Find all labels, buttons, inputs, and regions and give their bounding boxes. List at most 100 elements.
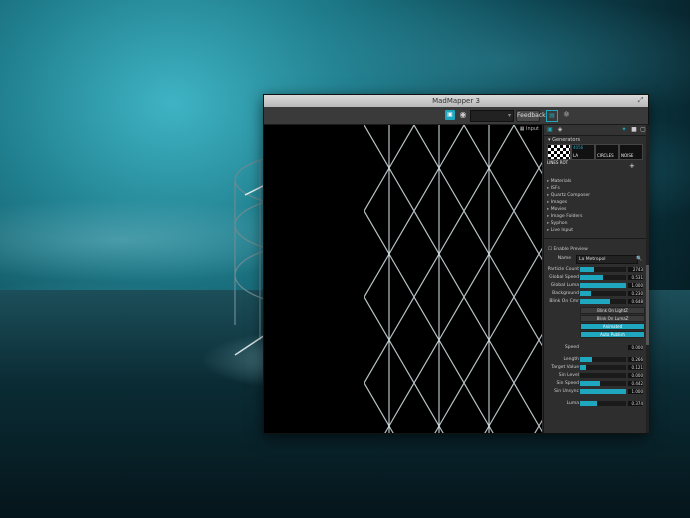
- param-label: Target Value: [551, 365, 579, 370]
- slider-fill: [580, 299, 610, 304]
- button-row: Animated: [544, 322, 649, 330]
- enable-preview-label: Enable Preview: [553, 247, 588, 252]
- param-value[interactable]: 0.000: [628, 345, 643, 350]
- output-select[interactable]: ▾: [470, 110, 514, 122]
- param-slider[interactable]: [580, 381, 626, 386]
- slider-fill: [580, 365, 586, 370]
- panel-tabs: ▣ ◈ ✦ ■ ▢: [544, 125, 649, 136]
- generator-lines-rot[interactable]: [547, 144, 571, 160]
- param-slider[interactable]: [580, 291, 626, 296]
- generators-label: Generators: [552, 137, 581, 143]
- name-field[interactable]: La Metropol: [576, 255, 638, 264]
- input-button[interactable]: ▦ Input: [520, 126, 539, 132]
- param-row: Sin Unsync 1.000: [544, 388, 649, 396]
- speed-group: Speed 0.000: [544, 344, 649, 352]
- library-item-movies[interactable]: Movies: [544, 206, 649, 213]
- param-row: Background 0.230: [544, 290, 649, 298]
- param-value[interactable]: 2743: [628, 267, 643, 272]
- param-label: Background: [552, 291, 579, 296]
- toggle-button[interactable]: Blink On LumaZ: [580, 315, 645, 322]
- fullscreen-icon[interactable]: ⤢: [637, 97, 644, 104]
- param-slider[interactable]: [580, 401, 626, 406]
- param-value[interactable]: 0.266: [628, 357, 643, 362]
- param-row: Blink On Cmr 0.648: [544, 298, 649, 306]
- panel-scrollbar[interactable]: [646, 125, 649, 433]
- param-slider[interactable]: [580, 365, 626, 370]
- library-item-images[interactable]: Images: [544, 199, 649, 206]
- generator-label-lines-rot: LINES ROT: [547, 160, 569, 165]
- preview-canvas[interactable]: ▦ Input: [264, 125, 542, 433]
- slider-fill: [580, 381, 601, 386]
- param-slider[interactable]: [580, 299, 626, 304]
- param-slider[interactable]: [580, 267, 626, 272]
- param-label: Speed: [564, 345, 579, 350]
- toolbar: ▣ ◉ ▾ Feedback ▤ ⚛: [264, 107, 648, 125]
- library-item-syphon[interactable]: Syphon: [544, 220, 649, 227]
- param-value[interactable]: 1.000: [628, 283, 643, 288]
- toggle-button[interactable]: Auto Publish: [580, 331, 645, 338]
- param-slider[interactable]: [580, 283, 626, 288]
- library-tab-icon[interactable]: ▣: [546, 126, 554, 134]
- title-bar[interactable]: MadMapper 3 ⤢: [264, 95, 648, 107]
- enable-preview-checkbox[interactable]: ☐ Enable Preview: [544, 245, 649, 254]
- window-title: MadMapper 3: [432, 97, 480, 105]
- button-row: Auto Publish: [544, 330, 649, 338]
- param-value[interactable]: 0.374: [628, 401, 643, 406]
- mapping-icon[interactable]: ▤: [546, 110, 558, 122]
- param-value[interactable]: 1.000: [628, 389, 643, 394]
- param-slider[interactable]: [580, 389, 626, 394]
- param-row: Luma 0.374: [544, 400, 649, 408]
- slider-fill: [580, 275, 603, 280]
- library-item-image-folders[interactable]: Image Folders: [544, 213, 649, 220]
- param-value[interactable]: 0.531: [628, 275, 643, 280]
- feedback-button[interactable]: Feedback: [516, 110, 546, 122]
- param-row: Length 0.266: [544, 356, 649, 364]
- library-item-isfs[interactable]: ISFs: [544, 185, 649, 192]
- library-item-materials[interactable]: Materials: [544, 178, 649, 185]
- param-value[interactable]: 0.442: [628, 381, 643, 386]
- luma-group: Luma 0.374: [544, 400, 649, 408]
- buttons-group: Blink On LightZ Blink On LumaZ Animated Aut…: [544, 306, 649, 338]
- generators-header[interactable]: ▾ Generators: [544, 136, 649, 144]
- add-generator-button[interactable]: +: [629, 162, 635, 170]
- scrollbar-thumb[interactable]: [646, 265, 649, 345]
- add-icon[interactable]: ✦: [620, 126, 628, 134]
- param-row: Global Luma 1.000: [544, 282, 649, 290]
- input-label: Input: [526, 126, 539, 132]
- slider-fill: [580, 401, 598, 406]
- toggle-button[interactable]: Animated: [580, 323, 645, 330]
- param-value[interactable]: 0.000: [628, 373, 643, 378]
- param-row: Target Value 0.121: [544, 364, 649, 372]
- eye-icon[interactable]: ◉: [458, 110, 468, 120]
- param-slider[interactable]: [580, 357, 626, 362]
- param-slider[interactable]: [580, 275, 626, 280]
- param-value[interactable]: 0.230: [628, 291, 643, 296]
- slider-fill: [580, 267, 594, 272]
- param-label: Sin Unsync: [554, 389, 579, 394]
- library-item-quartz[interactable]: Quartz Composer: [544, 192, 649, 199]
- slider-fill: [580, 283, 626, 288]
- param-row: Speed 0.000: [544, 344, 649, 352]
- param-label: Luma: [566, 401, 579, 406]
- properties: Name La Metropol 🔍 Particle Count 2743 Glo…: [544, 254, 649, 408]
- generator-label-la: LA: [573, 153, 579, 158]
- shapes-icon[interactable]: ⚛: [561, 110, 572, 120]
- param-label: Length: [563, 357, 579, 362]
- search-icon[interactable]: 🔍: [636, 256, 642, 262]
- slider-fill: [580, 291, 591, 296]
- projection-icon[interactable]: ▣: [445, 110, 455, 120]
- param-label: Blink On Cmr: [549, 299, 579, 304]
- param-label: Global Speed: [549, 275, 579, 280]
- media-tab-icon[interactable]: ◈: [556, 126, 564, 134]
- param-slider[interactable]: [580, 373, 626, 378]
- toggle-button[interactable]: Blink On LightZ: [580, 307, 645, 314]
- param-row: Particle Count 2743: [544, 266, 649, 274]
- library-item-live-input[interactable]: Live Input: [544, 227, 649, 234]
- generators-grid: LINES ROT 4056 LA CIRCLES NOISE +: [547, 144, 646, 176]
- param-label: Particle Count: [547, 267, 579, 272]
- slider-fill: [580, 357, 593, 362]
- grid-view-icon[interactable]: ■: [630, 126, 638, 134]
- param-value[interactable]: 0.121: [628, 365, 643, 370]
- param-value[interactable]: 0.648: [628, 299, 643, 304]
- param-row: Sin Level 0.000: [544, 372, 649, 380]
